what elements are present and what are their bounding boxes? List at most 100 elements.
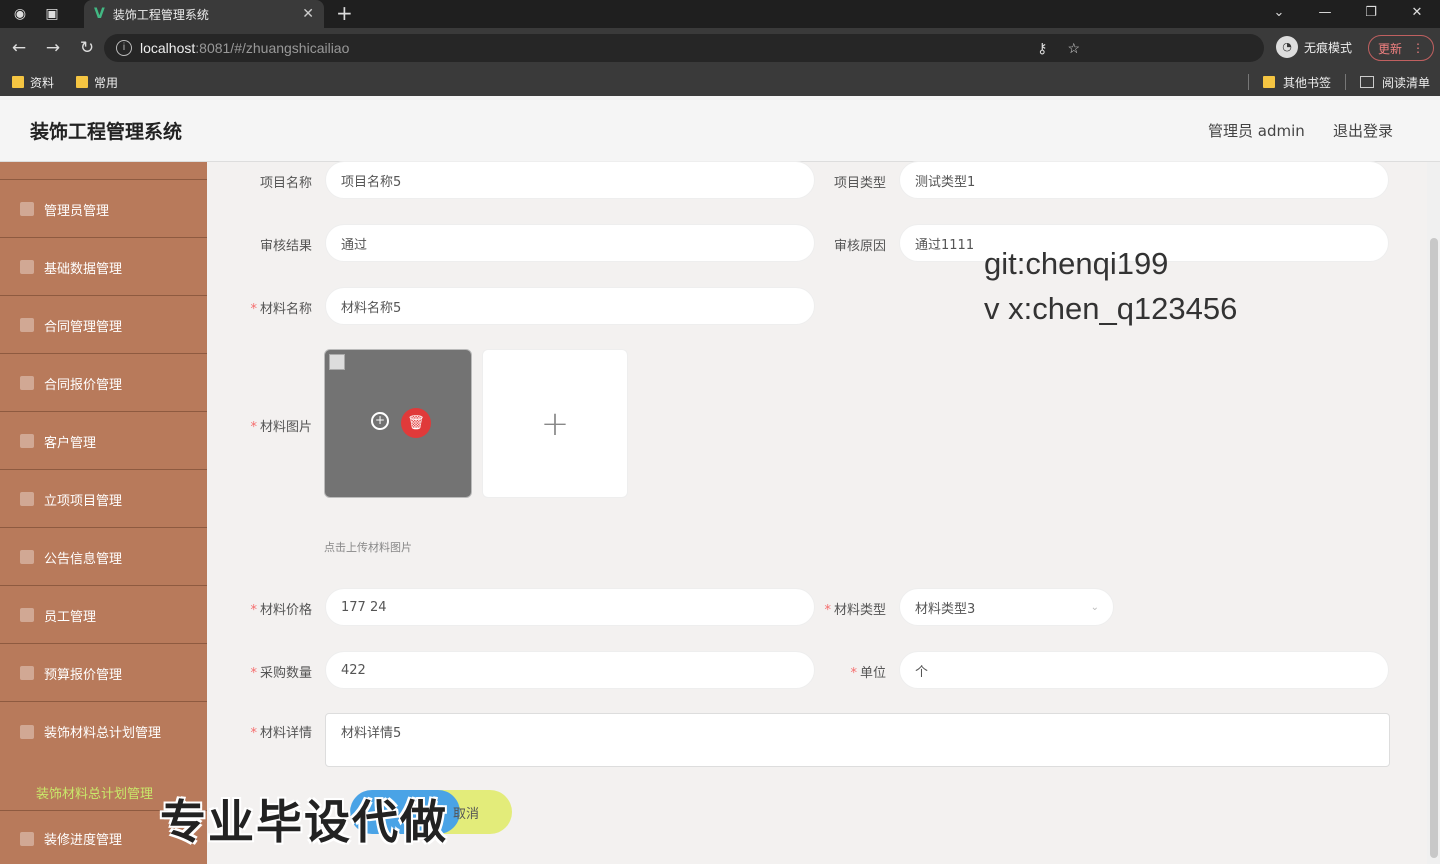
logout-link[interactable]: 退出登录 [1333,120,1393,141]
reading-list-icon [1359,76,1374,88]
url-host: localhost [140,40,196,56]
material-type-select[interactable]: 材料类型3 ⌄ [899,588,1114,626]
star-icon[interactable]: ☆ [1067,34,1080,62]
bookmark-folder[interactable]: 常用 [76,74,118,91]
label-project-name: 项目名称 [259,176,312,191]
reload-icon[interactable]: ↻ [72,38,102,58]
url-path: :8081/#/zhuangshicailiao [195,40,350,56]
address-bar-row: ← → ↻ i localhost:8081/#/zhuangshicailia… [0,28,1440,68]
review-result-input[interactable]: 通过 [325,224,815,262]
purchase-qty-input[interactable]: 422 [325,651,815,689]
upload-button[interactable]: + [482,349,628,498]
label-material-image: * 材料图片 [250,420,312,435]
browser-tab[interactable]: V 装饰工程管理系统 ✕ [84,0,324,28]
user-icon [20,260,34,274]
sidebar-item-customer[interactable]: 客户管理 [0,413,207,470]
bookmark-label: 资料 [30,75,55,90]
menu-icon [20,666,34,680]
menu-icon [20,202,34,216]
close-window-icon[interactable]: ✕ [1394,0,1440,28]
tab-search-icon[interactable]: ⌄ [1256,0,1302,28]
sidebar-item-label: 管理员管理 [44,203,110,219]
close-icon[interactable]: ✕ [302,6,314,22]
unit-input[interactable]: 个 [899,651,1389,689]
menu-icon [20,724,34,739]
extension-icon[interactable]: ▣ [40,2,64,26]
folder-icon [76,76,89,88]
material-price-input[interactable]: 177 24 [325,588,815,626]
tab-title: 装饰工程管理系统 [112,7,209,22]
folder-icon [1262,76,1275,88]
label-review-result: 审核结果 [259,239,312,254]
sidebar-item-material-plan[interactable]: 装饰材料总计划管理 [0,703,207,760]
key-icon[interactable]: ⚷ [1037,34,1047,62]
sidebar-item-label: 装饰材料总计划管理 [44,726,162,741]
label-review-reason: 审核原因 [833,239,886,254]
update-label: 更新 [1377,41,1402,56]
label-purchase-qty: * 采购数量 [250,666,312,681]
menu-icon [20,492,34,506]
sidebar-item-label: 预算报价管理 [44,667,123,683]
label-unit: * 单位 [850,666,886,681]
project-name-input[interactable]: 项目名称5 [325,161,815,199]
vue-logo-icon: V [94,6,105,22]
minimize-icon[interactable]: — [1302,0,1348,28]
delete-icon[interactable]: 🗑 [401,408,431,438]
divider [1344,74,1346,90]
label-material-price: * 材料价格 [250,603,312,618]
menu-icon [20,318,34,332]
material-name-input[interactable]: 材料名称5 [325,287,815,325]
sidebar-item-notice[interactable]: 公告信息管理 [0,529,207,586]
sidebar-item-label: 基础数据管理 [44,261,123,277]
watermark-big: 专业毕设代做 [160,795,448,849]
sidebar-item-project[interactable]: 立项项目管理 [0,471,207,528]
cancel-label: 取消 [452,806,479,822]
divider [1247,74,1249,90]
project-type-input[interactable]: 测试类型1 [899,161,1389,199]
url-input[interactable]: i localhost:8081/#/zhuangshicailiao ⚷ ☆ [104,34,1264,62]
restore-icon[interactable]: ❐ [1348,0,1394,28]
zoom-in-icon[interactable]: + [371,412,389,430]
sidebar-item-staff[interactable]: 员工管理 [0,587,207,644]
back-icon[interactable]: ← [4,38,34,58]
sidebar-item-base-data[interactable]: 基础数据管理 [0,239,207,296]
sidebar-item-label: 合同管理管理 [44,319,123,335]
scrollbar-thumb[interactable] [1430,238,1438,858]
sidebar-item-label: 客户管理 [44,435,97,451]
upload-hint: 点击上传材料图片 [324,541,412,554]
globe-icon[interactable]: ◉ [8,2,32,26]
reading-list[interactable]: 阅读清单 [1382,74,1430,91]
label-material-name: * 材料名称 [250,302,312,317]
material-detail-textarea[interactable]: 材料详情5 [325,713,1390,767]
label-material-type: * 材料类型 [824,603,886,618]
info-icon[interactable]: i [116,40,132,56]
list-icon [20,376,34,390]
menu-icon [20,831,34,846]
sidebar-item-budget[interactable]: 预算报价管理 [0,645,207,702]
update-button[interactable]: 更新 ⋮ [1368,35,1434,61]
forward-icon[interactable]: → [38,38,68,58]
menu-icon [20,434,34,448]
sidebar-item-contract-quote[interactable]: 合同报价管理 [0,355,207,412]
new-tab-icon[interactable]: + [336,0,353,28]
uploaded-image-card[interactable]: + 🗑 [324,349,472,498]
window-controls: ⌄ — ❐ ✕ [1256,0,1440,28]
other-bookmarks[interactable]: 其他书签 [1283,74,1331,91]
browser-tab-bar: ◉ ▣ V 装饰工程管理系统 ✕ + ⌄ — ❐ ✕ [0,0,1440,28]
sidebar-item-contract[interactable]: 合同管理管理 [0,297,207,354]
bookmark-folder[interactable]: 资料 [12,74,54,91]
list-icon [20,608,34,622]
watermark-line2: v x:chen_q123456 [984,291,1238,326]
incognito-indicator[interactable]: ◔ 无痕模式 [1276,36,1352,58]
folder-icon [12,76,24,88]
sidebar-item-partial [0,123,207,180]
sidebar-item-label: 公告信息管理 [44,551,123,567]
info-icon [20,550,34,564]
sidebar-item-label: 合同报价管理 [44,377,123,393]
watermark-line1: git:chenqi199 [984,246,1169,281]
sidebar-item-admin[interactable]: 管理员管理 [0,181,207,238]
bookmark-label: 常用 [94,75,119,90]
current-user: 管理员 admin [1208,122,1305,140]
sidebar-item-label: 装修进度管理 [44,833,123,848]
menu-dots-icon[interactable]: ⋮ [1412,41,1424,55]
